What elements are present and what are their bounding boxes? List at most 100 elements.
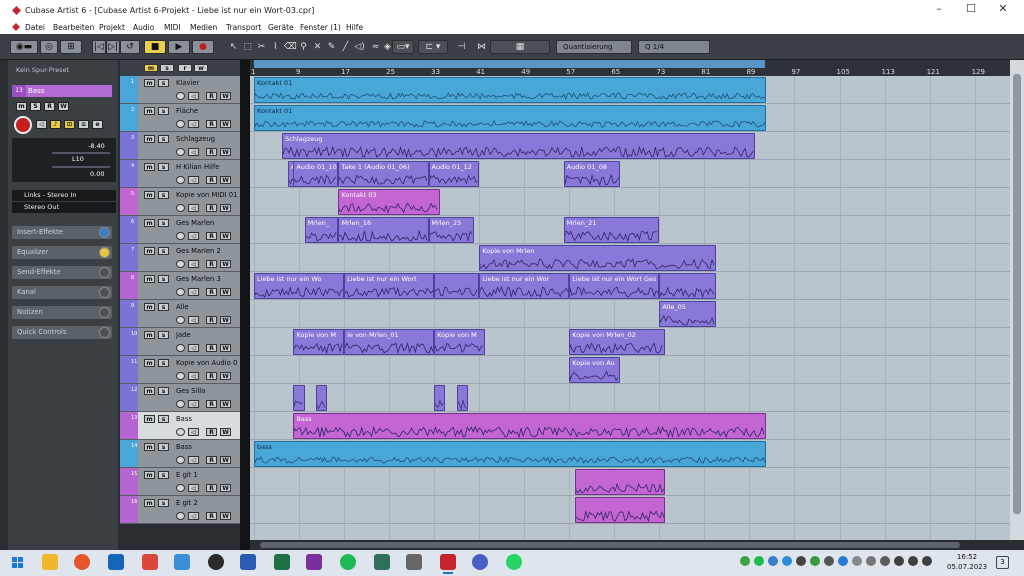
menu-fenster[interactable]: Fenster (1) — [300, 23, 341, 32]
tray-network-icon[interactable] — [782, 556, 792, 566]
grid-type-select[interactable]: ▦ — [490, 40, 550, 54]
track-name[interactable]: Ges Marlen 2 — [176, 247, 240, 255]
track-read-button[interactable]: R — [206, 176, 217, 184]
track-record-icon[interactable] — [176, 316, 185, 324]
volume-icon[interactable] — [908, 556, 918, 566]
track-header[interactable]: 8 m s Ges Marlen 3 ◁ R W — [120, 272, 240, 300]
erase-tool-icon[interactable]: ⌫ — [284, 41, 297, 53]
input-routing[interactable]: Links - Stereo In — [12, 190, 116, 201]
track-monitor-icon[interactable]: ◁ — [188, 428, 199, 436]
track-write-button[interactable]: W — [220, 260, 231, 268]
track-write-button[interactable]: W — [220, 148, 231, 156]
horizontal-scrollbar[interactable] — [250, 540, 1024, 550]
section-notizen[interactable]: Notizen — [12, 306, 112, 319]
event-part[interactable]: Mrlen_16 — [338, 217, 429, 243]
pointer-tool-icon[interactable]: ↖ — [228, 41, 239, 53]
snap-icon[interactable]: ⊣ — [456, 41, 467, 53]
tray-icon[interactable] — [852, 556, 862, 566]
track-header[interactable]: 15 m s E git 1 ◁ R W — [120, 468, 240, 496]
track-mute-button[interactable]: m — [144, 191, 155, 199]
inspector-toggle-button[interactable]: ⊞ — [60, 40, 82, 54]
track-mute-button[interactable]: m — [144, 107, 155, 115]
track-header[interactable]: 4 ms H Kilian Hilfe ◁ R W — [120, 160, 240, 188]
track-lane[interactable] — [250, 356, 1010, 384]
range-tool-icon[interactable]: ⬚ — [242, 41, 253, 53]
track-header[interactable]: 6 m s Ges Marlen ◁ R W — [120, 216, 240, 244]
excel-icon[interactable] — [274, 554, 290, 570]
event-part[interactable] — [574, 497, 665, 523]
menu-bearbeiten[interactable]: Bearbeiten — [53, 23, 94, 32]
global-write-icon[interactable]: w — [194, 64, 208, 72]
track-read-button[interactable]: R — [206, 148, 217, 156]
track-write-button[interactable]: W — [220, 232, 231, 240]
todoist-icon[interactable] — [142, 554, 158, 570]
cycle-icon[interactable]: ↺ — [120, 40, 140, 54]
track-record-icon[interactable] — [176, 204, 185, 212]
channel-icon[interactable] — [99, 287, 110, 298]
track-write-button[interactable]: W — [220, 92, 231, 100]
scroll-thumb[interactable] — [1013, 74, 1021, 514]
track-header[interactable]: 12 m s Ges Silla ◁ R W — [120, 384, 240, 412]
lock-icon[interactable]: ⊡ — [64, 120, 75, 129]
track-record-icon[interactable] — [176, 232, 185, 240]
event-part[interactable]: Alle_05 — [659, 301, 716, 327]
track-read-button[interactable]: R — [206, 484, 217, 492]
track-record-icon[interactable] — [176, 484, 185, 492]
global-solo-icon[interactable]: s — [160, 64, 174, 72]
track-solo-button[interactable]: s — [158, 499, 169, 507]
track-monitor-icon[interactable]: ◁ — [188, 92, 199, 100]
track-mute-button[interactable]: m — [144, 247, 155, 255]
mute-button[interactable]: m — [16, 102, 27, 111]
track-solo-button[interactable]: s — [158, 219, 169, 227]
track-read-button[interactable]: R — [206, 120, 217, 128]
track-mute-button[interactable]: m — [144, 135, 155, 143]
quick-controls-icon[interactable] — [99, 327, 110, 338]
track-name[interactable]: Ges Silla — [176, 387, 240, 395]
event-part[interactable]: Kopie von M — [434, 329, 485, 355]
play-tool-icon[interactable]: ◁) — [354, 41, 365, 53]
quantize-select[interactable]: Quantisierung — [556, 40, 632, 54]
menu-midi[interactable]: MIDI — [164, 23, 181, 32]
output-routing[interactable]: Stereo Out — [12, 202, 116, 213]
notepad-icon[interactable] — [174, 554, 190, 570]
timebase-icon[interactable]: ♪ — [50, 120, 61, 129]
track-solo-button[interactable]: s — [158, 79, 169, 87]
track-record-icon[interactable] — [176, 288, 185, 296]
tray-sync-icon[interactable] — [810, 556, 820, 566]
track-name[interactable]: Fläche — [176, 107, 240, 115]
track-name[interactable]: Schlagzeug — [176, 135, 240, 143]
track-header[interactable]: 9 m s Alle ◁ R W — [120, 300, 240, 328]
event-part[interactable]: ie von Mrlen_01 — [344, 329, 435, 355]
event-part[interactable]: Bass — [293, 413, 767, 439]
track-record-icon[interactable] — [176, 120, 185, 128]
track-read-button[interactable]: R — [206, 400, 217, 408]
track-read-button[interactable]: R — [206, 372, 217, 380]
track-read-button[interactable]: R — [206, 456, 217, 464]
track-write-button[interactable]: W — [220, 204, 231, 212]
track-monitor-icon[interactable]: ◁ — [188, 232, 199, 240]
event-part[interactable]: Mrlen_ — [304, 217, 339, 243]
word-icon[interactable] — [240, 554, 256, 570]
track-record-icon[interactable] — [176, 428, 185, 436]
track-solo-button[interactable]: s — [158, 471, 169, 479]
edit-icon[interactable]: e — [92, 120, 103, 129]
event-part[interactable]: bass — [254, 441, 767, 467]
event-part[interactable]: Liebe ist nur ein Wo — [254, 273, 345, 299]
track-monitor-icon[interactable]: ◁ — [188, 260, 199, 268]
track-record-icon[interactable] — [176, 372, 185, 380]
track-record-icon[interactable] — [176, 92, 185, 100]
track-solo-button[interactable]: s — [158, 247, 169, 255]
global-read-icon[interactable]: r — [178, 64, 192, 72]
clock-app-icon[interactable] — [208, 554, 224, 570]
track-lane[interactable] — [250, 384, 1010, 412]
track-monitor-icon[interactable]: ◁ — [188, 400, 199, 408]
track-monitor-icon[interactable]: ◁ — [188, 120, 199, 128]
menu-medien[interactable]: Medien — [190, 23, 217, 32]
event-part[interactable] — [293, 385, 305, 411]
glue-tool-icon[interactable]: ⌇ — [270, 41, 281, 53]
event-part[interactable]: Kontakt 01 — [254, 105, 767, 131]
volume-fader[interactable] — [52, 152, 110, 154]
constrain-delay-button[interactable]: ◎ — [40, 40, 58, 54]
record-button[interactable]: ● — [192, 40, 214, 54]
play-button[interactable]: ▶ — [168, 40, 190, 54]
